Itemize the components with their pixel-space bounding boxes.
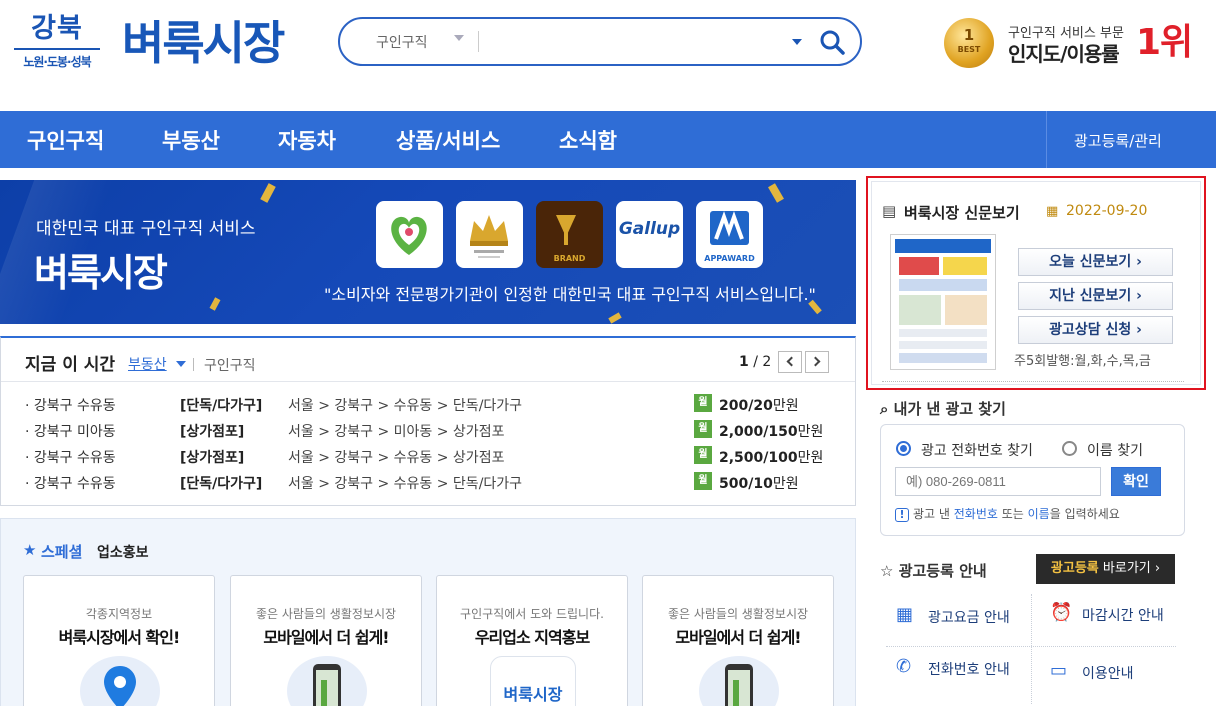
map-pin-icon — [80, 656, 160, 706]
search-bar: 구인구직 — [338, 17, 862, 66]
tab-realestate[interactable]: 부동산 — [128, 354, 167, 374]
clipboard-icon: ▭ — [1050, 660, 1068, 681]
star-outline-icon: ☆ — [880, 562, 894, 580]
crown-award-icon — [456, 201, 523, 268]
mobile-phone-icon — [699, 656, 779, 706]
star-icon: ★ — [23, 541, 37, 559]
site-logo[interactable]: 벼룩시장 — [122, 12, 285, 74]
confetti — [260, 183, 276, 203]
listing-row[interactable]: · 강북구 수유동 [단독/다가구] 서울 > 강북구 > 수유동 > 단독/다… — [25, 392, 835, 416]
now-listing-box: 지금 이 시간 부동산 구인구직 1 / 2 · 강북구 수유동 [단독/다가구… — [0, 336, 856, 506]
past-paper-button[interactable]: 지난 신문보기 › — [1018, 282, 1173, 310]
award-title: 인지도/이용률 — [1008, 42, 1120, 66]
listing-row[interactable]: · 강북구 수유동 [상가점포] 서울 > 강북구 > 수유동 > 상가점포 월… — [25, 444, 835, 468]
ad-consult-button[interactable]: 광고상담 신청 › — [1018, 316, 1173, 344]
chevron-left-icon — [786, 356, 797, 367]
nav-item-jobs[interactable]: 구인구직 — [27, 125, 104, 155]
app-award-icon: APPAWARD — [696, 201, 763, 268]
alarm-clock-icon: ⏰ — [1050, 602, 1073, 623]
confetti — [209, 297, 221, 311]
promo-banner[interactable]: 대한민국 대표 구인구직 서비스 벼룩시장 BRAND Gallup APPAW… — [0, 180, 856, 324]
listing-row[interactable]: · 강북구 수유동 [단독/다가구] 서울 > 강북구 > 수유동 > 단독/다… — [25, 470, 835, 494]
pager-label: 1 / 2 — [739, 354, 772, 370]
gallup-award-icon: Gallup — [616, 201, 683, 268]
medal-icon: 1 BEST — [944, 18, 994, 68]
promo-card[interactable]: 좋은 사람들의 생활정보시장 모바일에서 더 쉽게! — [230, 575, 422, 706]
nav-item-cars[interactable]: 자동차 — [278, 125, 336, 155]
next-page-button[interactable] — [805, 351, 829, 373]
prev-page-button[interactable] — [778, 351, 802, 373]
search-category-select[interactable]: 구인구직 — [376, 32, 428, 52]
phone-field[interactable] — [895, 467, 1101, 496]
brand-award-icon: BRAND — [536, 201, 603, 268]
today-paper-button[interactable]: 오늘 신문보기 › — [1018, 248, 1173, 276]
special-title: 스페셜 — [41, 543, 83, 561]
publish-frequency: 주5회발행:월,화,수,목,금 — [1014, 354, 1151, 369]
search-icon: ⌕ — [880, 400, 889, 418]
radio-phone-label[interactable]: 광고 전화번호 찾기 — [921, 440, 1033, 460]
region-logo[interactable]: 강북 노원·도봉·성북 — [14, 14, 100, 72]
find-ad-title: ⌕ 내가 낸 광고 찾기 — [880, 400, 1006, 418]
radio-phone[interactable] — [896, 441, 911, 456]
monthly-badge: 월 — [694, 394, 712, 412]
award-badge: 1 BEST 구인구직 서비스 부문 인지도/이용률 1위 — [944, 18, 1194, 70]
nav-item-goods-services[interactable]: 상품/서비스 — [396, 125, 500, 155]
monthly-badge: 월 — [694, 420, 712, 438]
grid-icon: ▦ — [896, 604, 914, 625]
dropdown-caret-icon[interactable] — [792, 39, 802, 45]
confetti — [608, 312, 622, 324]
search-input[interactable] — [490, 28, 780, 56]
promo-card[interactable]: 각종지역정보 벼룩시장에서 확인! — [23, 575, 215, 706]
info-icon: ! — [895, 508, 909, 522]
confirm-button[interactable]: 확인 — [1111, 467, 1161, 496]
confetti — [768, 183, 784, 203]
tab-divider — [193, 358, 194, 371]
special-subtitle: 업소홍보 — [97, 545, 149, 561]
nav-divider — [1046, 111, 1047, 168]
main-nav: 구인구직 부동산 자동차 상품/서비스 소식함 광고등록/관리 — [0, 111, 1216, 168]
chevron-down-icon[interactable] — [454, 35, 464, 41]
banner-title: 벼룩시장 — [34, 251, 168, 295]
find-ad-form: 광고 전화번호 찾기 이름 찾기 확인 !광고 낸 전화번호 또는 이름을 입력… — [880, 424, 1185, 536]
search-icon[interactable] — [818, 28, 846, 56]
promo-card[interactable]: 좋은 사람들의 생활정보시장 모바일에서 더 쉽게! — [642, 575, 834, 706]
mobile-phone-icon — [287, 656, 367, 706]
ad-manage-link[interactable]: 광고등록/관리 — [1074, 130, 1162, 151]
divider — [1031, 594, 1032, 704]
search-divider — [478, 31, 479, 52]
banner-tagline: 대한민국 대표 구인구직 서비스 — [36, 219, 256, 239]
nav-item-realestate[interactable]: 부동산 — [162, 125, 220, 155]
chevron-down-icon[interactable] — [176, 361, 186, 367]
document-icon: ▤ — [882, 202, 897, 220]
award-rank: 1위 — [1136, 22, 1193, 63]
monthly-badge: 월 — [694, 472, 712, 490]
divider — [882, 381, 1184, 382]
app-logo-icon: 벼룩시장 — [490, 656, 576, 706]
newspaper-thumbnail[interactable] — [890, 234, 996, 370]
special-promo-section: ★ 스페셜 업소홍보 각종지역정보 벼룩시장에서 확인! 좋은 사람들의 생활정… — [0, 518, 856, 706]
chevron-right-icon — [810, 356, 821, 367]
radio-name-label[interactable]: 이름 찾기 — [1087, 440, 1143, 460]
banner-quote: "소비자와 전문평가기관이 인정한 대한민국 대표 구인구직 서비스입니다." — [324, 285, 816, 304]
ad-guide-title: ☆ 광고등록 안내 — [880, 562, 987, 580]
tab-jobs[interactable]: 구인구직 — [204, 355, 256, 375]
promo-card[interactable]: 구인구직에서 도와 드립니다. 우리업소 지역홍보 벼룩시장 — [436, 575, 628, 706]
listing-row[interactable]: · 강북구 미아동 [상가점포] 서울 > 강북구 > 미아동 > 상가점포 월… — [25, 418, 835, 442]
calendar-icon: ▦ — [1046, 204, 1059, 219]
divider — [886, 646, 1176, 647]
region-name: 강북 — [31, 13, 83, 44]
ad-register-shortcut-button[interactable]: 광고등록 바로가기 › — [1036, 554, 1175, 584]
now-title: 지금 이 시간 — [25, 355, 116, 375]
phone-icon: ✆ — [896, 656, 912, 677]
paper-title: 벼룩시장 신문보기 — [904, 204, 1020, 222]
find-hint: ! 광고 낸 전화번호 또는 이름을 입력하세요 — [895, 505, 1120, 522]
nav-item-news[interactable]: 소식함 — [559, 125, 617, 155]
newspaper-panel: ▤ 벼룩시장 신문보기 ▦ 2022-09-20 오늘 신문보기 › 지난 신문… — [866, 176, 1206, 390]
radio-name[interactable] — [1062, 441, 1077, 456]
monthly-badge: 월 — [694, 446, 712, 464]
divider — [1, 381, 855, 382]
region-subareas: 노원·도봉·성북 — [14, 48, 100, 70]
heart-certification-icon — [376, 201, 443, 268]
paper-date: 2022-09-20 — [1066, 203, 1148, 219]
